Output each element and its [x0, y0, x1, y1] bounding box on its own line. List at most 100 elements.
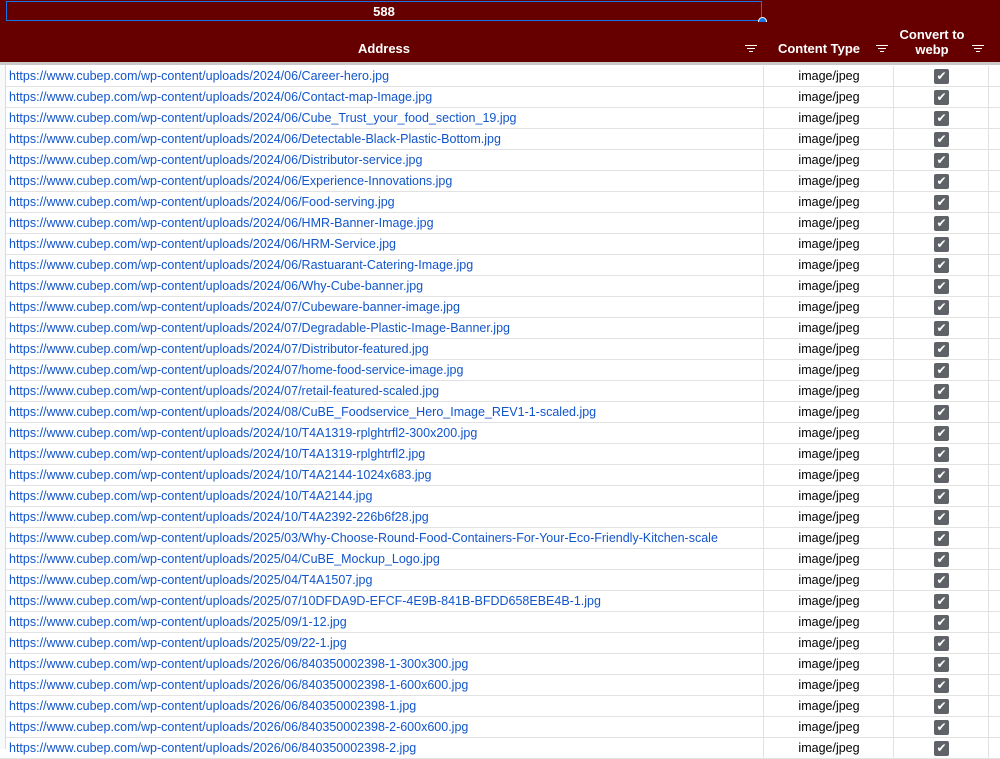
- address-link[interactable]: https://www.cubep.com/wp-content/uploads…: [9, 297, 762, 317]
- address-link[interactable]: https://www.cubep.com/wp-content/uploads…: [9, 318, 762, 338]
- checkbox-checked-icon[interactable]: ✔: [934, 258, 949, 273]
- checkbox-checked-icon[interactable]: ✔: [934, 615, 949, 630]
- address-link[interactable]: https://www.cubep.com/wp-content/uploads…: [9, 696, 762, 716]
- address-link[interactable]: https://www.cubep.com/wp-content/uploads…: [9, 612, 762, 632]
- checkbox-checked-icon[interactable]: ✔: [934, 384, 949, 399]
- checkbox-checked-icon[interactable]: ✔: [934, 636, 949, 651]
- checkbox-checked-icon[interactable]: ✔: [934, 195, 949, 210]
- checkbox-checked-icon[interactable]: ✔: [934, 678, 949, 693]
- address-link[interactable]: https://www.cubep.com/wp-content/uploads…: [9, 738, 762, 758]
- checkbox-checked-icon[interactable]: ✔: [934, 300, 949, 315]
- content-type-cell: image/jpeg: [763, 633, 894, 653]
- address-link[interactable]: https://www.cubep.com/wp-content/uploads…: [9, 675, 762, 695]
- checkbox-checked-icon[interactable]: ✔: [934, 90, 949, 105]
- address-link[interactable]: https://www.cubep.com/wp-content/uploads…: [9, 591, 762, 611]
- convert-cell: ✔: [893, 423, 989, 443]
- content-type-cell: image/jpeg: [763, 66, 894, 86]
- table-row: https://www.cubep.com/wp-content/uploads…: [0, 318, 1000, 339]
- table-row: https://www.cubep.com/wp-content/uploads…: [0, 486, 1000, 507]
- address-link[interactable]: https://www.cubep.com/wp-content/uploads…: [9, 129, 762, 149]
- address-link[interactable]: https://www.cubep.com/wp-content/uploads…: [9, 171, 762, 191]
- content-type-cell: image/jpeg: [763, 486, 894, 506]
- checkbox-checked-icon[interactable]: ✔: [934, 405, 949, 420]
- address-link[interactable]: https://www.cubep.com/wp-content/uploads…: [9, 276, 762, 296]
- convert-cell: ✔: [893, 108, 989, 128]
- address-link[interactable]: https://www.cubep.com/wp-content/uploads…: [9, 108, 762, 128]
- address-link[interactable]: https://www.cubep.com/wp-content/uploads…: [9, 150, 762, 170]
- content-type-cell: image/jpeg: [763, 150, 894, 170]
- convert-cell: ✔: [893, 633, 989, 653]
- checkbox-checked-icon[interactable]: ✔: [934, 174, 949, 189]
- address-link[interactable]: https://www.cubep.com/wp-content/uploads…: [9, 423, 762, 443]
- content-type-cell: image/jpeg: [763, 318, 894, 338]
- checkbox-checked-icon[interactable]: ✔: [934, 342, 949, 357]
- address-link[interactable]: https://www.cubep.com/wp-content/uploads…: [9, 717, 762, 737]
- checkbox-checked-icon[interactable]: ✔: [934, 573, 949, 588]
- checkbox-checked-icon[interactable]: ✔: [934, 657, 949, 672]
- checkbox-checked-icon[interactable]: ✔: [934, 489, 949, 504]
- checkbox-checked-icon[interactable]: ✔: [934, 69, 949, 84]
- address-link[interactable]: https://www.cubep.com/wp-content/uploads…: [9, 528, 762, 548]
- table-row: https://www.cubep.com/wp-content/uploads…: [0, 696, 1000, 717]
- header-content-type[interactable]: Content Type: [763, 22, 893, 62]
- convert-cell: ✔: [893, 591, 989, 611]
- checkbox-checked-icon[interactable]: ✔: [934, 216, 949, 231]
- filter-icon[interactable]: [876, 44, 888, 53]
- address-link[interactable]: https://www.cubep.com/wp-content/uploads…: [9, 549, 762, 569]
- checkbox-checked-icon[interactable]: ✔: [934, 132, 949, 147]
- header-address[interactable]: Address: [6, 22, 762, 62]
- filter-icon[interactable]: [972, 44, 984, 53]
- checkbox-checked-icon[interactable]: ✔: [934, 153, 949, 168]
- checkbox-checked-icon[interactable]: ✔: [934, 699, 949, 714]
- checkbox-checked-icon[interactable]: ✔: [934, 510, 949, 525]
- address-link[interactable]: https://www.cubep.com/wp-content/uploads…: [9, 192, 762, 212]
- checkbox-checked-icon[interactable]: ✔: [934, 426, 949, 441]
- table-row: https://www.cubep.com/wp-content/uploads…: [0, 129, 1000, 150]
- convert-cell: ✔: [893, 129, 989, 149]
- address-link[interactable]: https://www.cubep.com/wp-content/uploads…: [9, 360, 762, 380]
- convert-cell: ✔: [893, 171, 989, 191]
- address-link[interactable]: https://www.cubep.com/wp-content/uploads…: [9, 654, 762, 674]
- content-type-cell: image/jpeg: [763, 234, 894, 254]
- address-link[interactable]: https://www.cubep.com/wp-content/uploads…: [9, 234, 762, 254]
- convert-cell: ✔: [893, 696, 989, 716]
- address-link[interactable]: https://www.cubep.com/wp-content/uploads…: [9, 507, 762, 527]
- checkbox-checked-icon[interactable]: ✔: [934, 321, 949, 336]
- filter-icon[interactable]: [745, 44, 757, 53]
- checkbox-checked-icon[interactable]: ✔: [934, 279, 949, 294]
- checkbox-checked-icon[interactable]: ✔: [934, 552, 949, 567]
- table-row: https://www.cubep.com/wp-content/uploads…: [0, 192, 1000, 213]
- address-link[interactable]: https://www.cubep.com/wp-content/uploads…: [9, 213, 762, 233]
- address-link[interactable]: https://www.cubep.com/wp-content/uploads…: [9, 444, 762, 464]
- convert-cell: ✔: [893, 150, 989, 170]
- address-link[interactable]: https://www.cubep.com/wp-content/uploads…: [9, 402, 762, 422]
- address-link[interactable]: https://www.cubep.com/wp-content/uploads…: [9, 570, 762, 590]
- table-row: https://www.cubep.com/wp-content/uploads…: [0, 255, 1000, 276]
- count-cell[interactable]: 588: [6, 1, 762, 21]
- header-convert-to-webp[interactable]: Convert to webp: [894, 22, 988, 62]
- address-link[interactable]: https://www.cubep.com/wp-content/uploads…: [9, 465, 762, 485]
- address-link[interactable]: https://www.cubep.com/wp-content/uploads…: [9, 633, 762, 653]
- address-link[interactable]: https://www.cubep.com/wp-content/uploads…: [9, 486, 762, 506]
- checkbox-checked-icon[interactable]: ✔: [934, 468, 949, 483]
- address-link[interactable]: https://www.cubep.com/wp-content/uploads…: [9, 87, 762, 107]
- checkbox-checked-icon[interactable]: ✔: [934, 237, 949, 252]
- convert-cell: ✔: [893, 654, 989, 674]
- checkbox-checked-icon[interactable]: ✔: [934, 363, 949, 378]
- table-row: https://www.cubep.com/wp-content/uploads…: [0, 465, 1000, 486]
- checkbox-checked-icon[interactable]: ✔: [934, 531, 949, 546]
- content-type-cell: image/jpeg: [763, 675, 894, 695]
- address-link[interactable]: https://www.cubep.com/wp-content/uploads…: [9, 381, 762, 401]
- checkbox-checked-icon[interactable]: ✔: [934, 720, 949, 735]
- checkbox-checked-icon[interactable]: ✔: [934, 594, 949, 609]
- address-link[interactable]: https://www.cubep.com/wp-content/uploads…: [9, 66, 762, 86]
- table-row: https://www.cubep.com/wp-content/uploads…: [0, 234, 1000, 255]
- address-link[interactable]: https://www.cubep.com/wp-content/uploads…: [9, 339, 762, 359]
- column-header-row: Address Content Type Convert to webp: [0, 22, 1000, 62]
- table-body: https://www.cubep.com/wp-content/uploads…: [0, 62, 1000, 759]
- checkbox-checked-icon[interactable]: ✔: [934, 447, 949, 462]
- address-link[interactable]: https://www.cubep.com/wp-content/uploads…: [9, 255, 762, 275]
- checkbox-checked-icon[interactable]: ✔: [934, 111, 949, 126]
- content-type-cell: image/jpeg: [763, 465, 894, 485]
- convert-cell: ✔: [893, 549, 989, 569]
